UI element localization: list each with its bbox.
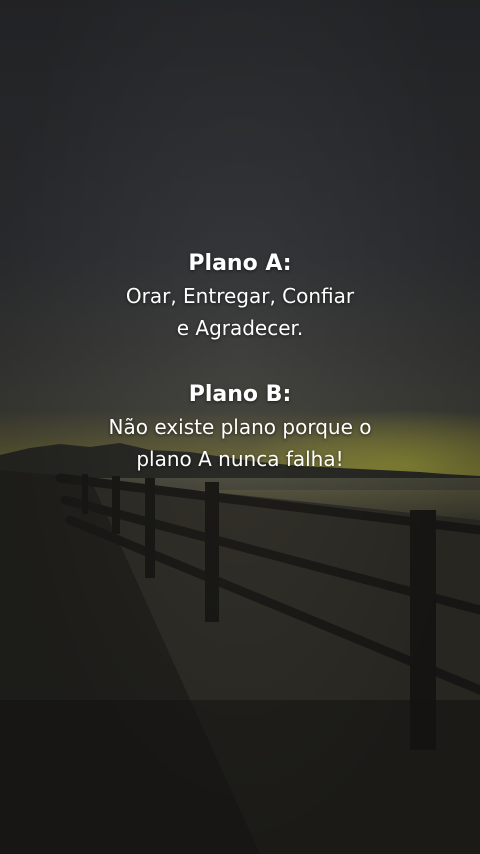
plan-a-line-2: e Agradecer.	[176, 316, 304, 340]
plan-b-line-2: plano A nunca falha!	[136, 447, 344, 471]
plan-a-block: Plano A: Orar, Entregar, Confiar e Agrad…	[0, 248, 480, 344]
plan-a-line-1: Orar, Entregar, Confiar	[125, 284, 355, 308]
plan-b-line-1: Não existe plano porque o	[108, 415, 372, 439]
plan-b-heading: Plano B:	[188, 382, 292, 407]
plan-b-block: Plano B: Não existe plano porque o plano…	[0, 379, 480, 475]
sunset-boardwalk-photo: Plano A: Orar, Entregar, Confiar e Agrad…	[0, 0, 480, 854]
plan-a-heading: Plano A:	[188, 251, 292, 276]
